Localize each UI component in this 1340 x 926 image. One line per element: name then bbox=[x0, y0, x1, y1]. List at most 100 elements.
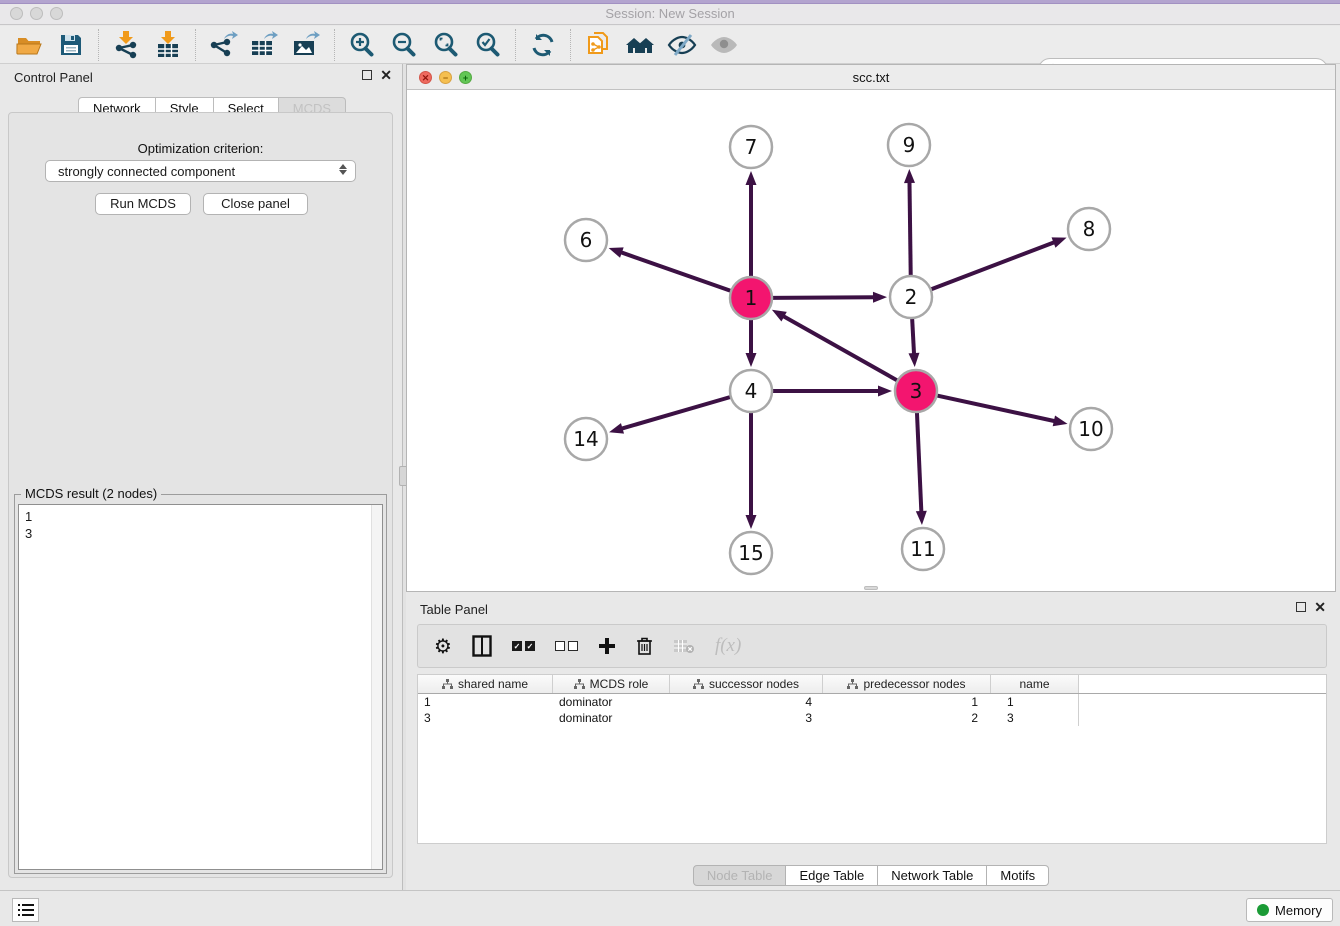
titlebar-accent bbox=[0, 0, 1340, 4]
control-panel: Control Panel ✕ Network Style Select MCD… bbox=[0, 64, 402, 890]
zoom-out-icon[interactable] bbox=[387, 29, 421, 61]
node-table: shared name MCDS role successor nodes pr… bbox=[417, 674, 1327, 844]
optimization-criterion-label: Optimization criterion: bbox=[9, 141, 392, 156]
graph-edge[interactable] bbox=[909, 181, 910, 276]
mcds-result-group: MCDS result (2 nodes) 1 3 bbox=[14, 494, 387, 874]
export-table-icon[interactable] bbox=[248, 29, 282, 61]
window-title: Session: New Session bbox=[0, 6, 1340, 21]
graph-edge-arrowhead bbox=[908, 353, 919, 367]
column-header-successor-nodes[interactable]: successor nodes bbox=[670, 675, 823, 693]
hide-selected-icon[interactable] bbox=[665, 29, 699, 61]
table-settings-icon[interactable]: ⚙ bbox=[434, 634, 452, 658]
toolbar-separator bbox=[195, 29, 196, 61]
import-network-icon[interactable] bbox=[109, 29, 143, 61]
graph-node-label: 3 bbox=[910, 379, 923, 403]
cell-predecessor-nodes[interactable]: 2 bbox=[823, 710, 991, 726]
graph-edge[interactable] bbox=[620, 252, 731, 291]
zoom-fit-icon[interactable] bbox=[429, 29, 463, 61]
import-table-icon[interactable] bbox=[151, 29, 185, 61]
delete-table-icon bbox=[673, 638, 695, 654]
network-canvas[interactable]: 7968124314101511 bbox=[407, 90, 1335, 591]
cell-mcds-role[interactable]: dominator bbox=[553, 694, 670, 710]
show-all-icon[interactable] bbox=[707, 29, 741, 61]
close-table-panel-icon[interactable]: ✕ bbox=[1314, 601, 1326, 613]
cell-mcds-role[interactable]: dominator bbox=[553, 710, 670, 726]
run-mcds-button[interactable]: Run MCDS bbox=[95, 193, 191, 215]
optimization-criterion-value: strongly connected component bbox=[58, 164, 235, 179]
cell-shared-name[interactable]: 1 bbox=[418, 694, 553, 710]
graph-edge-arrowhead bbox=[609, 423, 624, 434]
tab-node-table[interactable]: Node Table bbox=[693, 865, 787, 886]
cell-successor-nodes[interactable]: 4 bbox=[670, 694, 823, 710]
network-view-window: ✕ − + scc.txt 7968124314101511 bbox=[406, 64, 1336, 592]
table-header-row: shared name MCDS role successor nodes pr… bbox=[418, 675, 1326, 694]
column-header-predecessor-nodes[interactable]: predecessor nodes bbox=[823, 675, 991, 693]
graph-edge[interactable] bbox=[917, 412, 921, 513]
task-history-button[interactable] bbox=[12, 898, 39, 922]
table-row[interactable]: 3 dominator 3 2 3 bbox=[418, 710, 1326, 726]
cell-name[interactable]: 1 bbox=[991, 694, 1079, 710]
save-session-icon[interactable] bbox=[54, 29, 88, 61]
first-neighbors-icon[interactable] bbox=[623, 29, 657, 61]
graph-edge-arrowhead bbox=[904, 169, 915, 183]
graph-node-label: 14 bbox=[573, 427, 598, 451]
cell-successor-nodes[interactable]: 3 bbox=[670, 710, 823, 726]
float-panel-icon[interactable] bbox=[362, 70, 372, 80]
graph-node-label: 10 bbox=[1078, 417, 1103, 441]
graph-edge[interactable] bbox=[621, 397, 731, 429]
tab-motifs[interactable]: Motifs bbox=[987, 865, 1049, 886]
table-row[interactable]: 1 dominator 4 1 1 bbox=[418, 694, 1326, 710]
cell-name[interactable]: 3 bbox=[991, 710, 1079, 726]
close-panel-button[interactable]: Close panel bbox=[203, 193, 308, 215]
zoom-selected-icon[interactable] bbox=[471, 29, 505, 61]
close-panel-icon[interactable]: ✕ bbox=[380, 69, 392, 81]
table-toolbar: ⚙ ✓✓ bbox=[417, 624, 1327, 668]
toggle-panel-layout-icon[interactable] bbox=[472, 635, 492, 657]
cell-predecessor-nodes[interactable]: 1 bbox=[823, 694, 991, 710]
graph-edge-arrowhead bbox=[916, 511, 927, 525]
mcds-panel-body: Optimization criterion: strongly connect… bbox=[8, 112, 393, 878]
new-network-from-selection-icon[interactable] bbox=[581, 29, 615, 61]
column-header-shared-name[interactable]: shared name bbox=[418, 675, 553, 693]
apply-layout-icon[interactable] bbox=[526, 29, 560, 61]
export-network-icon[interactable] bbox=[206, 29, 240, 61]
graph-edge[interactable] bbox=[772, 297, 875, 298]
graph-edge-arrowhead bbox=[1053, 416, 1068, 427]
column-header-mcds-role[interactable]: MCDS role bbox=[553, 675, 670, 693]
toolbar-separator bbox=[98, 29, 99, 61]
delete-column-icon[interactable] bbox=[636, 636, 653, 656]
graph-edge-arrowhead bbox=[609, 247, 624, 257]
export-image-icon[interactable] bbox=[290, 29, 324, 61]
graph-edge[interactable] bbox=[782, 316, 897, 381]
add-column-icon[interactable] bbox=[598, 637, 616, 655]
graph-edge-arrowhead bbox=[746, 515, 757, 529]
memory-label: Memory bbox=[1275, 903, 1322, 918]
zoom-in-icon[interactable] bbox=[345, 29, 379, 61]
result-scrollbar[interactable] bbox=[371, 505, 382, 869]
column-type-icon bbox=[847, 679, 858, 690]
graph-node-label: 2 bbox=[905, 285, 918, 309]
mcds-result-text[interactable]: 1 3 bbox=[18, 504, 383, 870]
graph-node-label: 4 bbox=[745, 379, 758, 403]
column-header-name[interactable]: name bbox=[991, 675, 1079, 693]
deselect-all-icon[interactable] bbox=[555, 641, 578, 651]
network-resize-handle[interactable] bbox=[864, 586, 878, 590]
cell-shared-name[interactable]: 3 bbox=[418, 710, 553, 726]
graph-edge[interactable] bbox=[931, 242, 1056, 290]
select-all-icon[interactable]: ✓✓ bbox=[512, 641, 535, 651]
memory-button[interactable]: Memory bbox=[1246, 898, 1333, 922]
optimization-criterion-select[interactable]: strongly connected component bbox=[45, 160, 356, 182]
status-bar: Memory bbox=[0, 890, 1340, 926]
graph-node-label: 6 bbox=[580, 228, 593, 252]
tab-network-table[interactable]: Network Table bbox=[878, 865, 987, 886]
graph-edge[interactable] bbox=[937, 395, 1056, 421]
graph-edge[interactable] bbox=[912, 318, 914, 355]
graph-edge-arrowhead bbox=[772, 310, 787, 322]
graph-edge-arrowhead bbox=[746, 353, 757, 367]
tab-edge-table[interactable]: Edge Table bbox=[786, 865, 878, 886]
graph-node-label: 1 bbox=[745, 286, 758, 310]
column-type-icon bbox=[693, 679, 704, 690]
table-panel: Table Panel ✕ ⚙ ✓✓ bbox=[406, 596, 1336, 890]
float-table-panel-icon[interactable] bbox=[1296, 602, 1306, 612]
open-session-icon[interactable] bbox=[12, 29, 46, 61]
